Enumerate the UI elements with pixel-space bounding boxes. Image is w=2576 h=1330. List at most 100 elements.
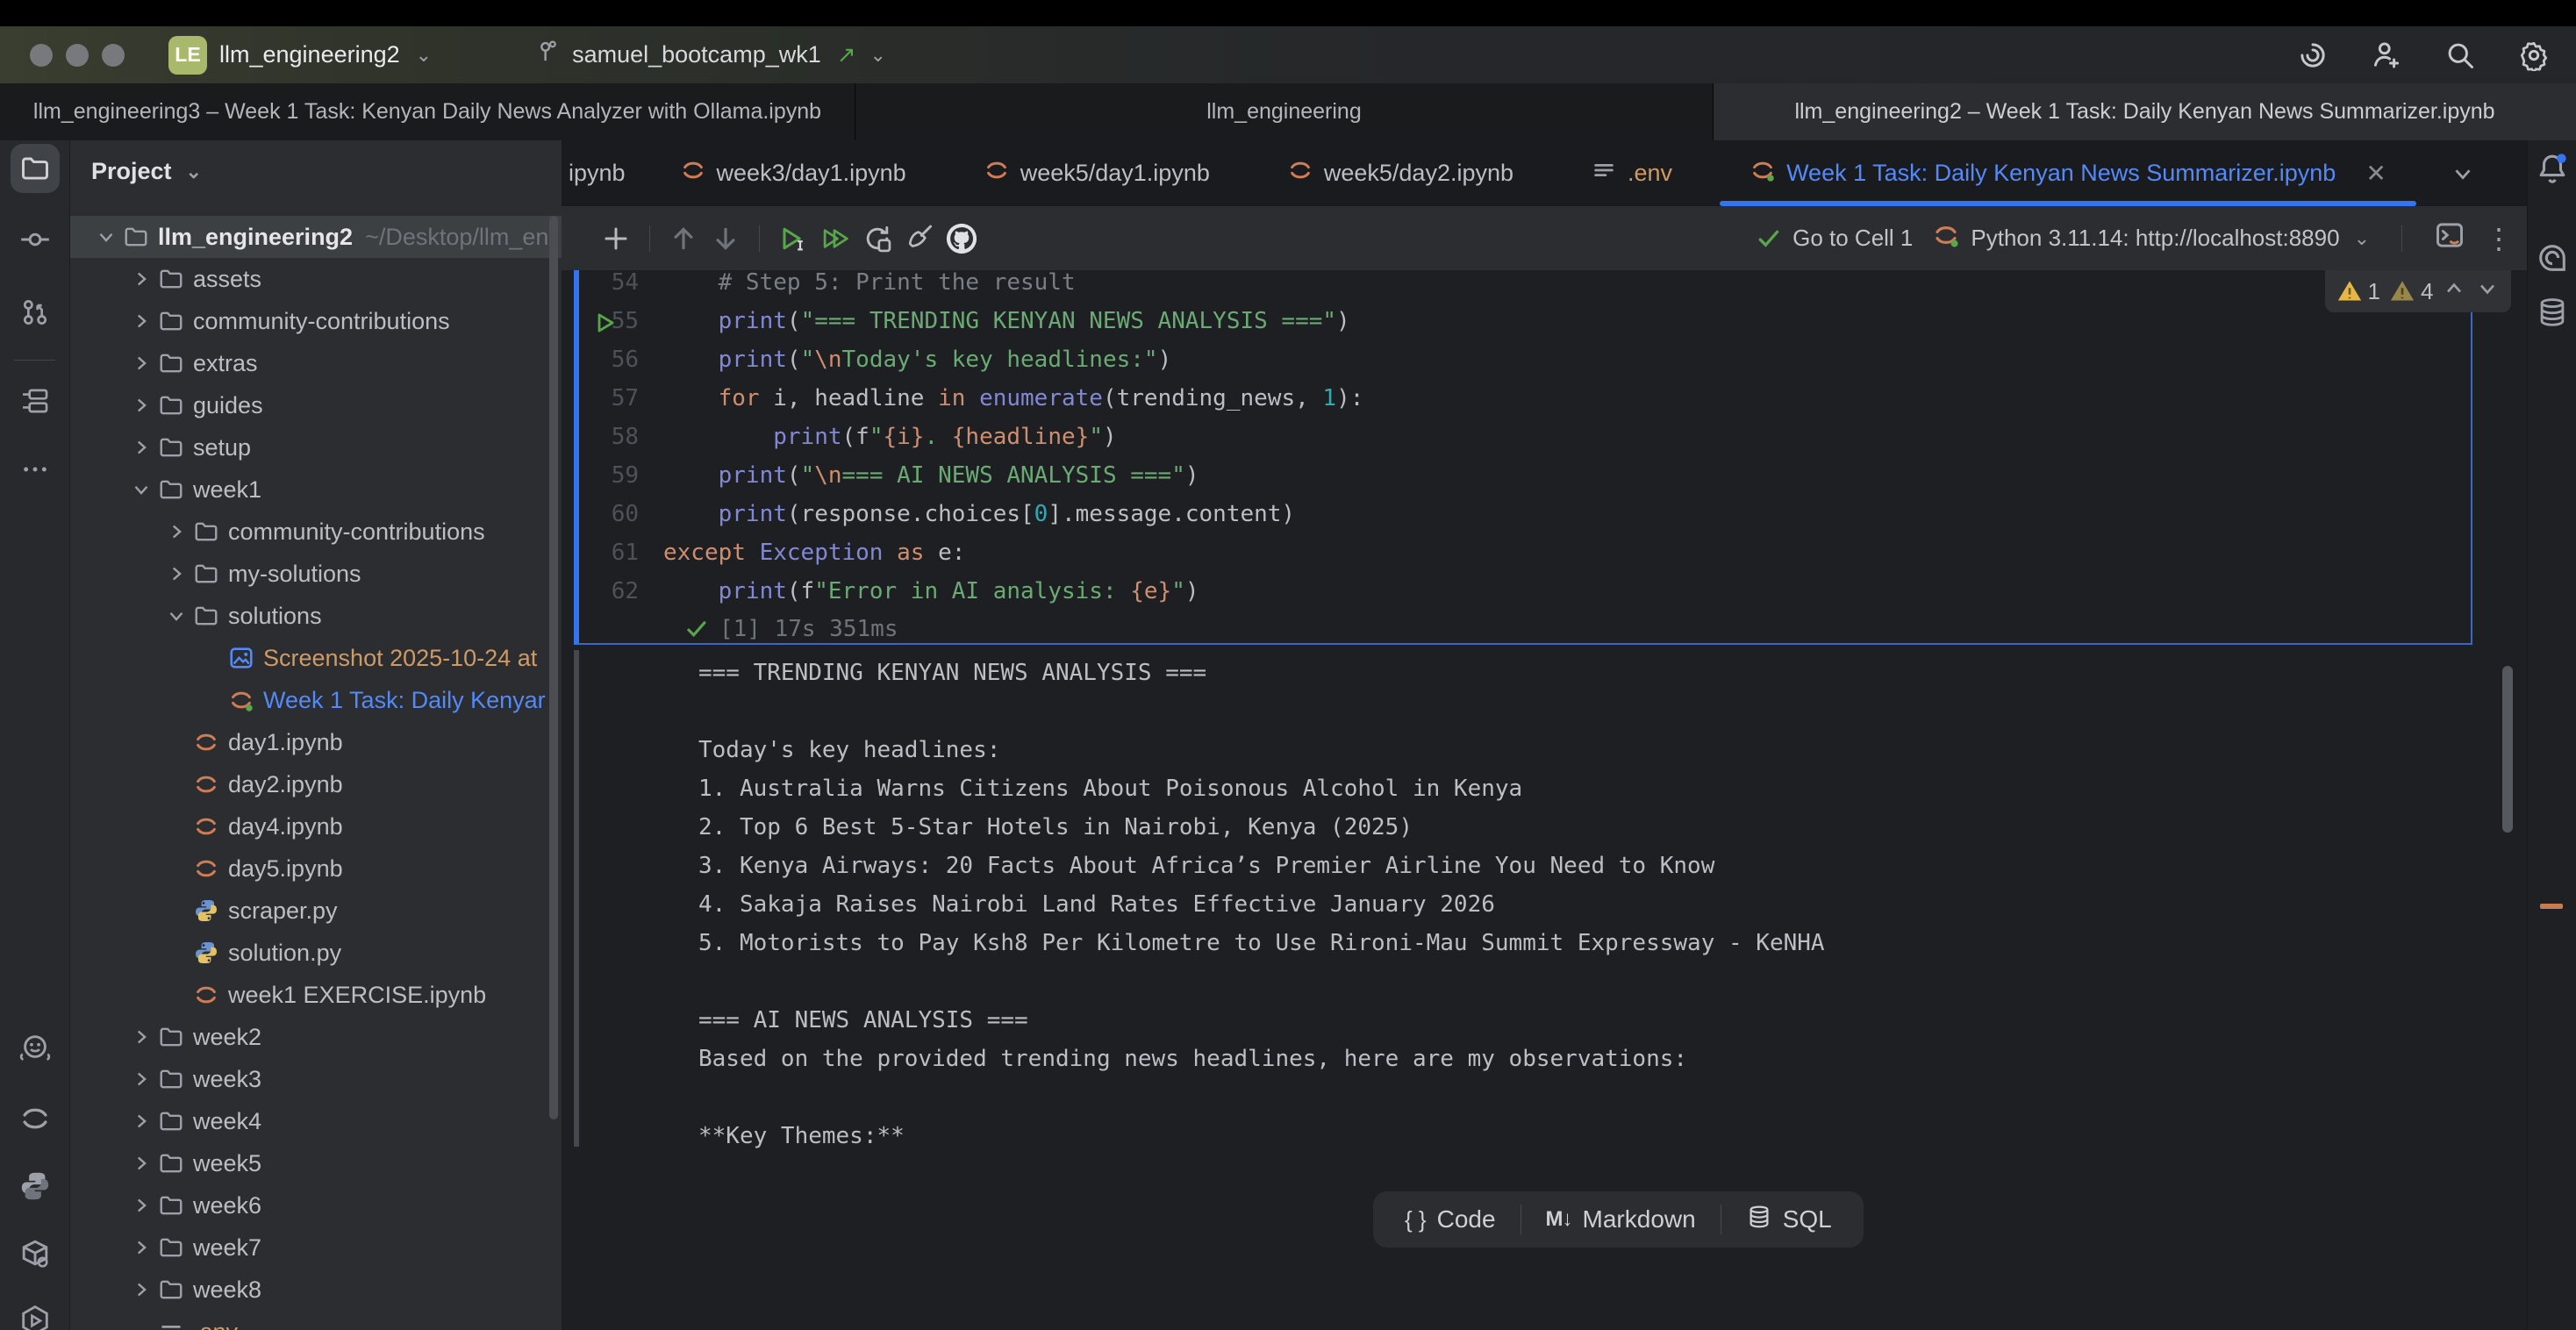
tree-item-extras[interactable]: extras (70, 342, 562, 384)
add-code-cell-button[interactable]: { } Code (1380, 1191, 1521, 1248)
chevron-right-icon[interactable] (128, 1152, 154, 1175)
tree-item-week4[interactable]: week4 (70, 1100, 562, 1142)
notifications-bell-icon[interactable] (2531, 147, 2573, 189)
tree-item-scraper-py[interactable]: scraper.py (70, 890, 562, 932)
code-line-61[interactable]: 61except Exception as e: (579, 533, 2471, 572)
code-line-58[interactable]: 58 print(f"{i}. {headline}") (579, 418, 2471, 456)
code-cell[interactable]: 54 # Step 5: Print the result55 print("=… (574, 270, 2472, 645)
project-panel-header[interactable]: Project ⌄ (70, 140, 562, 185)
add-markdown-cell-button[interactable]: M↓ Markdown (1521, 1191, 1721, 1248)
tree-item-week7[interactable]: week7 (70, 1226, 562, 1269)
chevron-down-icon[interactable] (93, 225, 119, 248)
chevron-right-icon[interactable] (163, 562, 190, 585)
structure-tool-button[interactable] (11, 376, 60, 425)
hugging-face-tool-button[interactable] (11, 1024, 60, 1073)
editor-tab-env[interactable]: .env (1552, 140, 1711, 206)
warning-strong[interactable]: 1 (2336, 278, 2380, 305)
tree-item-week3[interactable]: week3 (70, 1058, 562, 1100)
tree-item-week1[interactable]: week1 (70, 468, 562, 511)
chevron-right-icon[interactable] (163, 520, 190, 543)
prev-problem-button[interactable] (2442, 276, 2466, 307)
tree-item--env[interactable]: .env (70, 1311, 562, 1330)
editor-tab-week3-day1[interactable]: week3/day1.ipynb (641, 140, 945, 206)
chevron-right-icon[interactable] (128, 1236, 154, 1259)
window-tab-3-active[interactable]: llm_engineering2 – Week 1 Task: Daily Ke… (1714, 83, 2576, 140)
code-editor[interactable]: 54 # Step 5: Print the result55 print("=… (579, 270, 2471, 611)
restart-kernel-button[interactable] (856, 218, 898, 260)
editor-tab-week5-day2[interactable]: week5/day2.ipynb (1249, 140, 1552, 206)
tree-item-day2-ipynb[interactable]: day2.ipynb (70, 763, 562, 805)
tree-item-week8[interactable]: week8 (70, 1269, 562, 1311)
vcs-branch-widget[interactable]: samuel_bootcamp_wk1 ↗ ⌄ (535, 39, 886, 71)
tree-item-setup[interactable]: setup (70, 426, 562, 468)
chevron-right-icon[interactable] (128, 1110, 154, 1133)
tree-item-guides[interactable]: guides (70, 384, 562, 426)
chevron-right-icon[interactable] (128, 1068, 154, 1090)
close-icon[interactable]: ✕ (2365, 159, 2386, 188)
tree-item-day4-ipynb[interactable]: day4.ipynb (70, 805, 562, 847)
kernel-selector[interactable]: Python 3.11.14: http://localhost:8890 ⌄ (1932, 221, 2370, 255)
add-cell-button[interactable] (595, 218, 637, 260)
project-switcher[interactable]: LE llm_engineering2 ⌄ (168, 36, 432, 75)
output-scrollbar[interactable] (2502, 666, 2513, 833)
move-cell-down-button[interactable] (705, 218, 747, 260)
project-scrollbar[interactable] (549, 216, 558, 1119)
add-user-icon[interactable] (2371, 39, 2402, 71)
search-icon[interactable] (2444, 39, 2476, 71)
chevron-right-icon[interactable] (128, 1278, 154, 1301)
scrollbar-warning-mark[interactable] (2540, 904, 2563, 909)
tree-item-llm-engineering2[interactable]: llm_engineering2~/Desktop/llm_en (70, 216, 562, 258)
window-controls[interactable] (30, 44, 125, 67)
chevron-down-icon[interactable] (128, 478, 154, 501)
chevron-right-icon[interactable] (128, 1194, 154, 1217)
code-line-56[interactable]: 56 print("\nToday's key headlines:") (579, 340, 2471, 379)
chevron-down-icon[interactable] (163, 604, 190, 627)
services-tool-button[interactable] (11, 1296, 60, 1330)
tree-item-day1-ipynb[interactable]: day1.ipynb (70, 721, 562, 763)
code-line-54[interactable]: 54 # Step 5: Print the result (579, 270, 2471, 302)
jupyter-tool-button[interactable] (11, 1094, 60, 1143)
zoom-window-button[interactable] (102, 44, 125, 67)
editor-tab-active-summarizer[interactable]: Week 1 Task: Daily Kenyan News Summarize… (1711, 140, 2425, 206)
tree-item-community-contributions[interactable]: community-contributions (70, 511, 562, 553)
tree-item-day5-ipynb[interactable]: day5.ipynb (70, 847, 562, 890)
jupyter-console-button[interactable] (2434, 219, 2465, 257)
run-cell-select-below-button[interactable] (772, 218, 814, 260)
add-sql-cell-button[interactable]: SQL (1721, 1191, 1857, 1248)
tree-item-assets[interactable]: assets (70, 258, 562, 300)
kebab-menu-icon[interactable]: ⋮ (2485, 222, 2513, 255)
package-tool-button[interactable] (11, 1230, 60, 1279)
python-packages-tool-button[interactable] (11, 1162, 60, 1211)
tree-item-week1-exercise-ipynb[interactable]: week1 EXERCISE.ipynb (70, 974, 562, 1016)
tab-list-dropdown[interactable] (2450, 140, 2476, 206)
github-icon[interactable] (941, 218, 983, 260)
code-line-59[interactable]: 59 print("\n=== AI NEWS ANALYSIS ===") (579, 456, 2471, 495)
ai-assistant-panel-icon[interactable] (2531, 237, 2573, 279)
project-tool-button[interactable] (11, 144, 60, 193)
chevron-right-icon[interactable] (128, 268, 154, 290)
window-tab-2[interactable]: llm_engineering (855, 83, 1714, 140)
database-panel-icon[interactable] (2531, 291, 2573, 333)
more-tool-windows-button[interactable] (11, 445, 60, 494)
tree-item-week6[interactable]: week6 (70, 1184, 562, 1226)
inspections-widget[interactable]: 1 4 (2325, 270, 2511, 312)
tree-item-solution-py[interactable]: solution.py (70, 932, 562, 974)
next-problem-button[interactable] (2475, 276, 2500, 307)
move-cell-up-button[interactable] (662, 218, 705, 260)
ai-assistant-icon[interactable] (2297, 39, 2329, 71)
clear-outputs-button[interactable] (898, 218, 941, 260)
chevron-right-icon[interactable] (128, 436, 154, 459)
editor-tab-clipped[interactable]: ipynb (562, 140, 641, 206)
code-line-60[interactable]: 60 print(response.choices[0].message.con… (579, 495, 2471, 533)
chevron-right-icon[interactable] (128, 394, 154, 417)
code-line-62[interactable]: 62 print(f"Error in AI analysis: {e}") (579, 572, 2471, 611)
code-line-57[interactable]: 57 for i, headline in enumerate(trending… (579, 379, 2471, 418)
warning-weak[interactable]: 4 (2389, 278, 2433, 305)
go-to-cell-button[interactable]: Go to Cell 1 (1756, 225, 1913, 252)
commit-tool-button[interactable] (11, 215, 60, 264)
window-tab-1[interactable]: llm_engineering3 – Week 1 Task: Kenyan D… (0, 83, 855, 140)
tree-item-my-solutions[interactable]: my-solutions (70, 553, 562, 595)
pull-requests-tool-button[interactable] (11, 288, 60, 337)
close-window-button[interactable] (30, 44, 53, 67)
editor-tab-week5-day1[interactable]: week5/day1.ipynb (945, 140, 1249, 206)
